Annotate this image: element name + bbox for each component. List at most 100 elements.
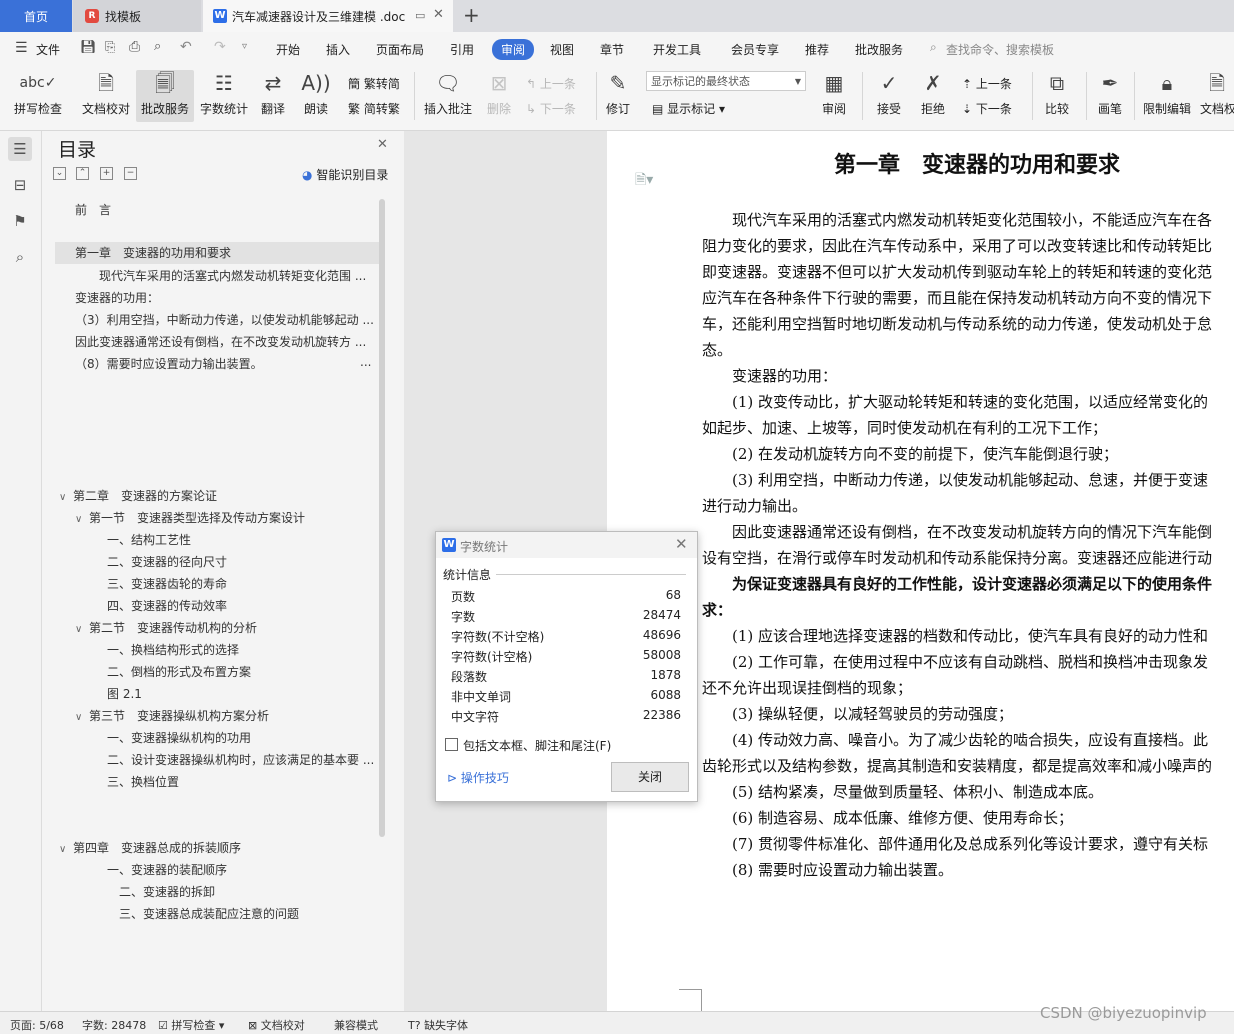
toc-item[interactable]: 二、倒档的形式及布置方案 <box>107 663 251 680</box>
find-icon[interactable]: ⌕ <box>8 245 32 269</box>
undo-icon[interactable]: ↶ <box>180 39 192 55</box>
dialog-close-icon[interactable]: ✕ <box>675 535 688 553</box>
monitor-icon[interactable]: ▭ <box>415 9 425 22</box>
next-change-button[interactable]: ⇣ 下一条 <box>962 100 1012 117</box>
correct-service-button[interactable]: 🗐︎ 批改服务 <box>136 70 194 122</box>
delete-comment-button[interactable]: ⊠ 删除 <box>480 70 518 122</box>
proofread-status[interactable]: ⊠ 文档校对 <box>248 1017 305 1033</box>
menu-layout[interactable]: 页面布局 <box>376 41 424 58</box>
menu-correct[interactable]: 批改服务 <box>855 41 903 58</box>
toc-item[interactable]: ∨ 第四章 变速器总成的拆装顺序 <box>59 839 241 856</box>
toc-item[interactable]: 三、换档位置 <box>107 773 179 790</box>
toc-scrollbar[interactable] <box>379 199 385 837</box>
toc-item[interactable]: 一、换档结构形式的选择 <box>107 641 239 658</box>
include-notes-checkbox[interactable] <box>445 738 458 751</box>
page-outline-icon[interactable]: 🗎︎▾ <box>635 169 653 193</box>
search-box[interactable]: 查找命令、搜索模板 <box>946 41 1054 58</box>
translate-button[interactable]: ⇄ 翻译 <box>255 70 291 122</box>
bookmark-icon[interactable]: ⚑ <box>8 209 32 233</box>
menu-references[interactable]: 引用 <box>450 41 474 58</box>
menu-recommend[interactable]: 推荐 <box>805 41 829 58</box>
trad-to-simp-button[interactable]: 簡 繁转简 <box>348 75 400 92</box>
toc-item[interactable]: 图 2.1 <box>107 685 142 702</box>
word-count-button[interactable]: ☷ 字数统计 <box>198 70 250 122</box>
close-button[interactable]: 关闭 <box>611 762 689 792</box>
toc-item[interactable]: （8）需要时应设置动力输出装置。 <box>75 355 263 372</box>
accept-label: 接受 <box>876 102 901 116</box>
menu-review[interactable]: 审阅 <box>492 39 535 60</box>
pen-button[interactable]: ✒ 画笔 <box>1092 70 1128 122</box>
menu-view[interactable]: 视图 <box>550 41 574 58</box>
toc-item[interactable]: ∨ 第一节 变速器类型选择及传动方案设计 <box>75 509 305 526</box>
collapse-all-icon[interactable]: ⌄ <box>53 167 66 180</box>
prev-change-button[interactable]: ⇡ 上一条 <box>962 75 1012 92</box>
toc-item[interactable]: ∨ 第二节 变速器传动机构的分析 <box>75 619 257 636</box>
print-icon[interactable]: ⎙ <box>129 39 140 55</box>
document-page[interactable]: 🗎︎▾ 第一章 变速器的功用和要求 现代汽车采用的活塞式内燃发动机转矩变化范围较… <box>607 131 1234 1012</box>
minus-icon[interactable]: − <box>124 167 137 180</box>
menu-start[interactable]: 开始 <box>276 41 300 58</box>
smart-toc-button[interactable]: ◕ 智能识别目录 <box>302 166 388 183</box>
toc-item[interactable]: 一、结构工艺性 <box>107 531 191 548</box>
hamburger-icon[interactable]: ☰ <box>15 40 28 56</box>
plus-icon[interactable]: + <box>100 167 113 180</box>
toc-item[interactable]: 现代汽车采用的活塞式内燃发动机转矩变化范围 ... <box>99 267 367 284</box>
toc-item[interactable]: 二、设计变速器操纵机构时，应该满足的基本要 ... <box>107 751 375 768</box>
prev-comment-button[interactable]: ↰ 上一条 <box>526 75 576 92</box>
insert-comment-button[interactable]: 🗨︎ 插入批注 <box>420 70 476 122</box>
menu-insert[interactable]: 插入 <box>326 41 350 58</box>
tips-link[interactable]: ⊳ 操作技巧 <box>447 769 509 786</box>
doc-rights-button[interactable]: 🗎︎ 文档权 <box>1200 70 1234 122</box>
markup-state-select[interactable]: 显示标记的最终状态 ▼ <box>646 71 806 91</box>
toc-item[interactable]: 变速器的功用： <box>75 289 159 306</box>
toc-item[interactable]: 二、变速器的径向尺寸 <box>107 553 227 570</box>
toc-item-selected[interactable]: 第一章 变速器的功用和要求 <box>55 242 379 264</box>
more-icon[interactable]: ▿ <box>242 41 247 52</box>
spellcheck-button[interactable]: abc✓ 拼写检查 <box>8 70 68 122</box>
tab-template[interactable]: R 找模板 <box>73 0 201 32</box>
tips-label: 操作技巧 <box>460 771 509 785</box>
toc-item[interactable]: 四、变速器的传动效率 <box>107 597 227 614</box>
toc-item[interactable]: 二、变速器的拆卸 <box>119 883 215 900</box>
read-aloud-button[interactable]: A)) 朗读 <box>300 70 332 122</box>
restrict-edit-button[interactable]: 🔒︎ 限制编辑 <box>1140 70 1194 122</box>
show-markup-button[interactable]: ▤ 显示标记 ▾ <box>652 100 725 117</box>
toc-item[interactable]: 一、变速器操纵机构的功用 <box>107 729 251 746</box>
export-icon[interactable]: ⎘ <box>105 40 115 55</box>
missing-font-status[interactable]: T? 缺失字体 <box>408 1017 468 1033</box>
reject-button[interactable]: ✗ 拒绝 <box>914 70 952 122</box>
menu-member[interactable]: 会员专享 <box>731 41 779 58</box>
toc-item[interactable]: 一、变速器的装配顺序 <box>107 861 227 878</box>
save-icon[interactable]: 💾︎ <box>80 40 97 55</box>
compare-button[interactable]: ⧉ 比较 <box>1038 70 1076 122</box>
toc-item[interactable]: 三、变速器齿轮的寿命 <box>107 575 227 592</box>
simp-to-trad-button[interactable]: 繁 简转繁 <box>348 100 400 117</box>
toc-item[interactable]: ∨ 第二章 变速器的方案论证 <box>59 487 217 504</box>
review-pane-button[interactable]: ▦ 审阅 <box>816 70 852 122</box>
toc-item[interactable]: ∨ 第三节 变速器操纵机构方案分析 <box>75 707 269 724</box>
next-comment-button[interactable]: ↳ 下一条 <box>526 100 576 117</box>
chapter-nav-icon[interactable]: ⊟ <box>8 173 32 197</box>
menu-devtools[interactable]: 开发工具 <box>653 41 701 58</box>
toc-icon[interactable]: ☰ <box>8 137 32 161</box>
word-count-indicator[interactable]: 字数: 28478 <box>82 1017 146 1033</box>
redo-icon[interactable]: ↷ <box>214 39 226 55</box>
new-tab-icon[interactable]: + <box>463 3 480 27</box>
page-indicator[interactable]: 页面: 5/68 <box>10 1017 64 1033</box>
close-pane-icon[interactable]: ✕ <box>377 137 388 152</box>
preview-icon[interactable]: ⌕ <box>154 39 161 54</box>
close-tab-icon[interactable]: ✕ <box>433 7 444 22</box>
tab-home[interactable]: 首页 <box>0 0 72 32</box>
accept-button[interactable]: ✓ 接受 <box>870 70 908 122</box>
spellcheck-status[interactable]: ☑ 拼写检查 ▾ <box>158 1017 224 1033</box>
menu-file[interactable]: 文件 <box>36 41 60 58</box>
proofread-button[interactable]: 🗎︎ 文档校对 <box>78 70 134 122</box>
track-changes-button[interactable]: ✎ 修订 <box>600 70 636 122</box>
toc-item[interactable]: （3）利用空挡，中断动力传递，以使发动机能够起动 ... <box>75 311 375 328</box>
tab-document[interactable]: W 汽车减速器设计及三维建模 .doc ▭ ✕ <box>203 0 453 32</box>
toc-item[interactable]: 前 言 <box>75 201 111 218</box>
toc-item[interactable]: 三、变速器总成装配应注意的问题 <box>119 905 299 922</box>
toc-item[interactable]: 因此变速器通常还设有倒档，在不改变发动机旋转方 ... <box>75 333 367 350</box>
expand-up-icon[interactable]: ⌃ <box>76 167 89 180</box>
menu-chapter[interactable]: 章节 <box>600 41 624 58</box>
